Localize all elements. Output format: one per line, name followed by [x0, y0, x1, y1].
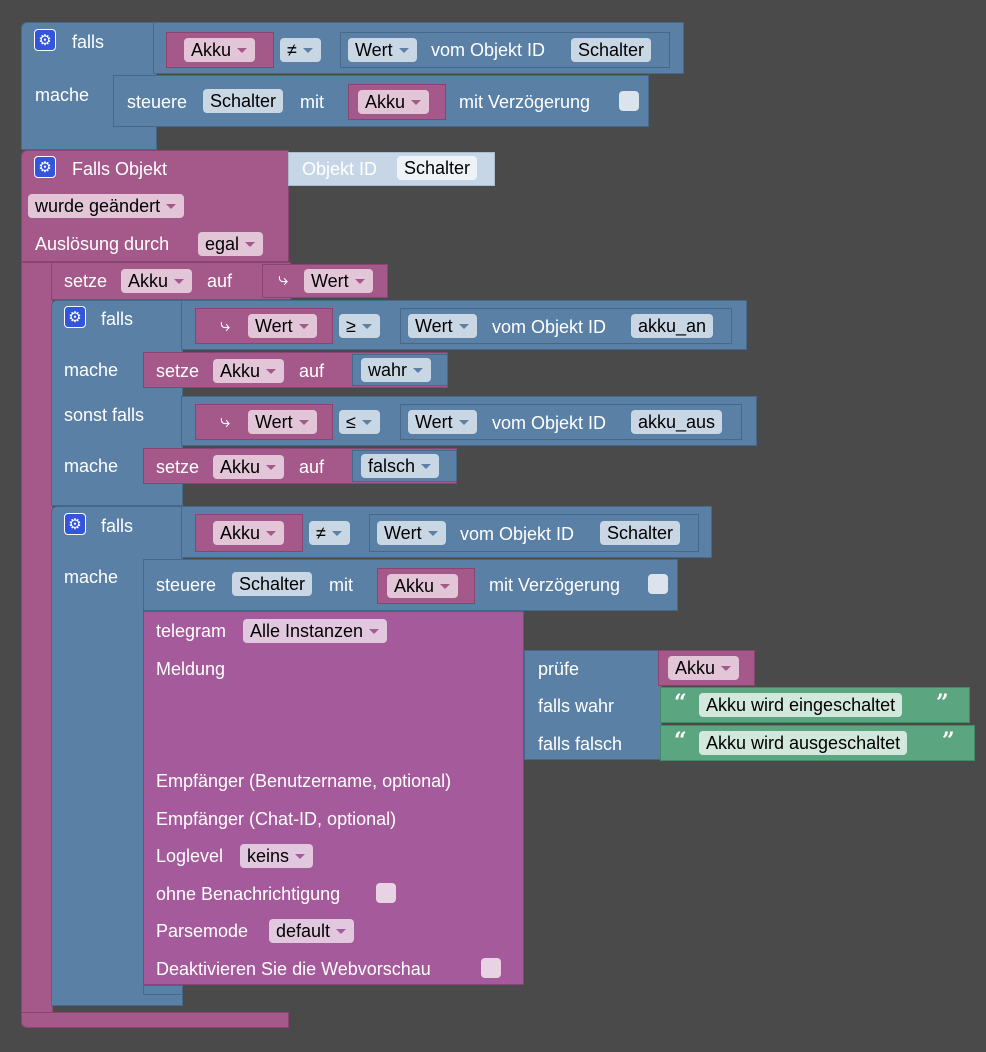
variable-dropdown[interactable]: Akku	[213, 521, 285, 545]
gear-icon[interactable]: ⚙	[64, 513, 86, 535]
loglevel-label: Loglevel	[156, 846, 224, 866]
quote-open-icon: “	[674, 728, 687, 754]
variable-dropdown[interactable]: Akku	[213, 359, 285, 383]
loglevel-dropdown[interactable]: keins	[240, 844, 314, 868]
boolean-dropdown[interactable]: wahr	[361, 358, 432, 382]
if-label: falls	[72, 32, 105, 52]
delay-checkbox[interactable]	[648, 574, 668, 594]
set-label: setze	[156, 457, 200, 477]
recipient-chat-label: Empfänger (Chat-ID, optional)	[156, 809, 397, 829]
ternary-check-label: prüfe	[538, 659, 580, 679]
text-field-false[interactable]: Akku wird ausgeschaltet	[699, 731, 908, 755]
do-label: mache	[64, 456, 119, 476]
do-label: mache	[64, 567, 119, 587]
trigger-label: Auslösung durch	[35, 234, 170, 254]
object-id-label: vom Objekt ID	[431, 40, 546, 60]
if-label: falls	[101, 309, 134, 329]
value-dropdown[interactable]: Wert	[304, 269, 373, 293]
property-dropdown[interactable]: Wert	[408, 314, 477, 338]
trigger-dropdown[interactable]: egal	[198, 232, 264, 256]
set-label: setze	[156, 361, 200, 381]
object-id-field[interactable]: Schalter	[397, 156, 478, 180]
trigger-footer[interactable]	[21, 1012, 289, 1028]
silent-checkbox[interactable]	[376, 883, 396, 903]
control-with-label: mit	[329, 575, 353, 595]
quote-close-icon: ”	[936, 690, 949, 716]
set-on-label: auf	[299, 457, 325, 477]
object-id-label: vom Objekt ID	[460, 524, 575, 544]
delay-label: mit Verzögerung	[489, 575, 621, 595]
object-id-label: Objekt ID	[302, 159, 378, 179]
arrow-icon: ⤷	[278, 269, 289, 289]
variable-dropdown[interactable]: Akku	[387, 574, 459, 598]
object-id-field[interactable]: akku_an	[631, 314, 714, 338]
recipient-user-label: Empfänger (Benutzername, optional)	[156, 771, 452, 791]
trigger-title: Falls Objekt	[72, 159, 168, 179]
variable-dropdown[interactable]: Akku	[213, 455, 285, 479]
elseif-label: sonst falls	[64, 405, 145, 425]
arrow-icon: ⤷	[220, 315, 231, 335]
gear-icon[interactable]: ⚙	[34, 156, 56, 178]
variable-dropdown[interactable]: Akku	[358, 90, 430, 114]
object-id-label: vom Objekt ID	[492, 413, 607, 433]
quote-open-icon: “	[674, 690, 687, 716]
variable-dropdown[interactable]: Akku	[668, 656, 740, 680]
gear-icon[interactable]: ⚙	[34, 29, 56, 51]
telegram-label: telegram	[156, 621, 227, 641]
gear-icon[interactable]: ⚙	[64, 306, 86, 328]
do-label: mache	[35, 85, 90, 105]
set-on-label: auf	[207, 271, 233, 291]
operator-dropdown[interactable]: ≠	[309, 521, 350, 545]
boolean-dropdown[interactable]: falsch	[361, 454, 440, 478]
object-id-field[interactable]: Schalter	[600, 521, 681, 545]
property-dropdown[interactable]: Wert	[377, 521, 446, 545]
ternary-true-label: falls wahr	[538, 696, 615, 716]
operator-dropdown[interactable]: ≠	[280, 38, 321, 62]
set-label: setze	[64, 271, 108, 291]
object-id-label: vom Objekt ID	[492, 317, 607, 337]
object-id-field[interactable]: akku_aus	[631, 410, 723, 434]
delay-checkbox[interactable]	[619, 91, 639, 111]
control-label: steuere	[156, 575, 217, 595]
preview-label: Deaktivieren Sie die Webvorschau	[156, 959, 431, 979]
set-on-label: auf	[299, 361, 325, 381]
preview-checkbox[interactable]	[481, 958, 501, 978]
parsemode-label: Parsemode	[156, 921, 249, 941]
message-label: Meldung	[156, 659, 226, 679]
delay-label: mit Verzögerung	[459, 92, 591, 112]
variable-dropdown[interactable]: Akku	[184, 38, 256, 62]
arrow-icon: ⤷	[220, 411, 231, 431]
control-label: steuere	[127, 92, 188, 112]
event-dropdown[interactable]: wurde geändert	[28, 194, 185, 218]
object-id-field[interactable]: Schalter	[571, 38, 652, 62]
property-dropdown[interactable]: Wert	[408, 410, 477, 434]
value-dropdown[interactable]: Wert	[248, 314, 317, 338]
do-label: mache	[64, 360, 119, 380]
instance-dropdown[interactable]: Alle Instanzen	[243, 619, 388, 643]
if-label: falls	[101, 516, 134, 536]
value-dropdown[interactable]: Wert	[248, 410, 317, 434]
control-with-label: mit	[300, 92, 324, 112]
trigger-body[interactable]	[21, 262, 53, 1014]
variable-dropdown[interactable]: Akku	[121, 269, 193, 293]
ternary-false-label: falls falsch	[538, 734, 623, 754]
silent-label: ohne Benachrichtigung	[156, 884, 341, 904]
property-dropdown[interactable]: Wert	[348, 38, 417, 62]
control-target-field[interactable]: Schalter	[203, 89, 284, 113]
operator-dropdown[interactable]: ≤	[339, 410, 380, 434]
quote-close-icon: ”	[942, 728, 955, 754]
operator-dropdown[interactable]: ≥	[339, 314, 380, 338]
if-block-3-foot[interactable]	[143, 985, 183, 995]
control-target-field[interactable]: Schalter	[232, 572, 313, 596]
text-field-true[interactable]: Akku wird eingeschaltet	[699, 693, 903, 717]
parsemode-dropdown[interactable]: default	[269, 919, 355, 943]
